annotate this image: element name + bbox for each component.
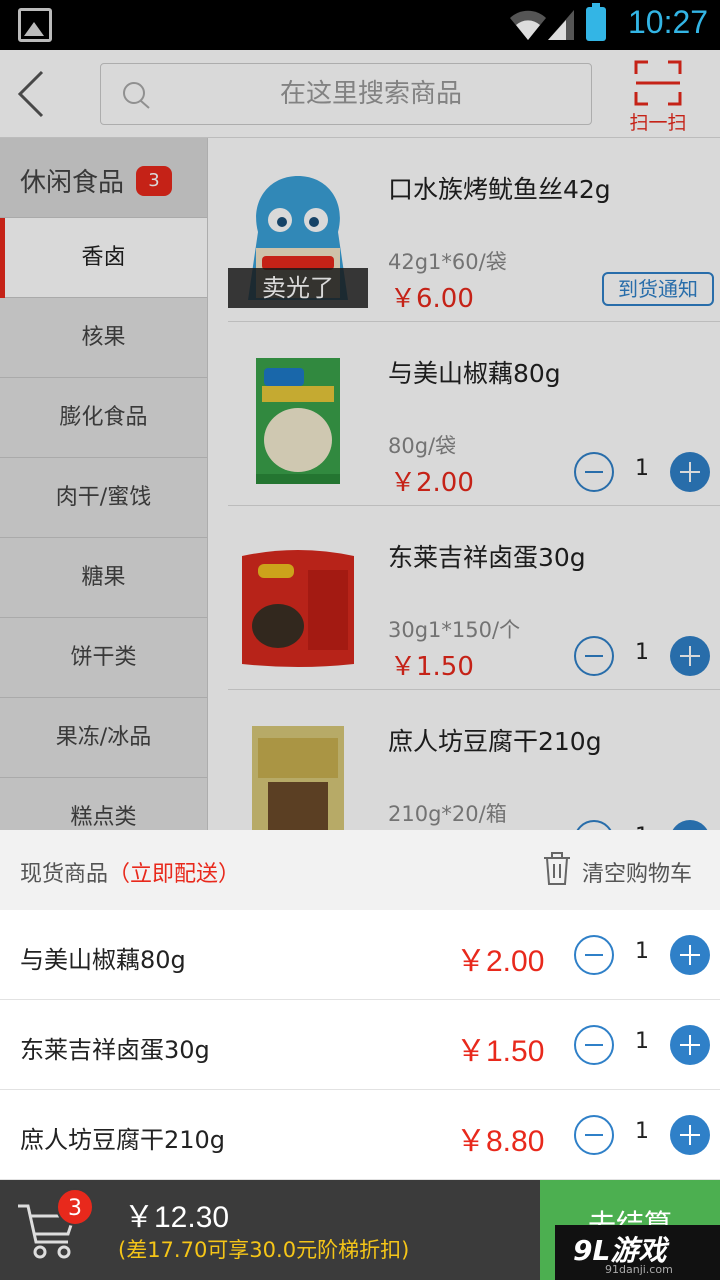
cart-total: ￥12.30: [124, 1201, 230, 1234]
sidebar-item-heguo[interactable]: 核果: [0, 298, 207, 378]
clock: 10:27: [628, 4, 709, 40]
product-name: 与美山椒藕80g: [388, 359, 561, 388]
quantity-stepper: 1: [574, 1115, 714, 1155]
sidebar-item-rougan[interactable]: 肉干/蜜饯: [0, 458, 207, 538]
status-bar: 10:27: [0, 0, 720, 50]
product-image: [252, 726, 344, 830]
decrease-button[interactable]: [574, 820, 614, 830]
wifi-icon: [510, 10, 546, 40]
product-spec: 42g1*60/袋: [388, 250, 507, 274]
decrease-button[interactable]: [574, 636, 614, 676]
cart-item-name: 庶人坊豆腐干210g: [20, 1126, 226, 1154]
product-spec: 30g1*150/个: [388, 618, 521, 642]
cart-row: 与美山椒藕80g ￥2.00 1: [0, 910, 720, 1000]
increase-button[interactable]: [670, 452, 710, 492]
sidebar-item-binggan[interactable]: 饼干类: [0, 618, 207, 698]
site-watermark: 9L游戏 91danji.com: [555, 1225, 720, 1280]
cart-panel-header: 现货商品（立即配送） 清空购物车: [0, 830, 720, 910]
product-spec: 210g*20/箱: [388, 802, 507, 826]
increase-button[interactable]: [670, 636, 710, 676]
product-price: ￥1.50: [390, 652, 474, 682]
product-image: [256, 358, 340, 484]
product-image: [242, 550, 354, 667]
image-notification-icon: [18, 8, 52, 42]
decrease-button[interactable]: [574, 935, 614, 975]
watermark-url: 91danji.com: [605, 1263, 673, 1276]
arrival-notify-button[interactable]: 到货通知: [602, 272, 714, 306]
cart-panel: 现货商品（立即配送） 清空购物车 与美山椒藕80g ￥2.00 1 东莱吉祥卤蛋…: [0, 830, 720, 1180]
scan-label: 扫一扫: [629, 112, 687, 134]
sidebar-item-guodong[interactable]: 果冻/冰品: [0, 698, 207, 778]
product-name: 庶人坊豆腐干210g: [388, 727, 602, 756]
quantity-value: 1: [635, 456, 649, 481]
quantity-stepper: 1: [574, 452, 714, 492]
clear-cart-label: 清空购物车: [582, 862, 693, 887]
cart-item-price: ￥2.00: [456, 945, 545, 978]
sidebar-item-penghua[interactable]: 膨化食品: [0, 378, 207, 458]
product-spec: 80g/袋: [388, 434, 457, 458]
increase-button[interactable]: [670, 820, 710, 830]
cart-section-label: 现货商品（立即配送）: [20, 856, 240, 888]
cart-item-price: ￥1.50: [456, 1035, 545, 1068]
scan-icon: [634, 60, 682, 106]
sidebar-item-tangguo[interactable]: 糖果: [0, 538, 207, 618]
increase-button[interactable]: [670, 1115, 710, 1155]
product-price: ￥6.00: [390, 284, 474, 314]
product-name: 东莱吉祥卤蛋30g: [388, 543, 586, 572]
cart-item-price: ￥8.80: [456, 1125, 545, 1158]
cart-section-title: 现货商品: [20, 862, 109, 887]
quantity-stepper: 1: [574, 1025, 714, 1065]
product-name: 口水族烤鱿鱼丝42g: [388, 175, 611, 204]
decrease-button[interactable]: [574, 452, 614, 492]
top-header: 扫一扫: [0, 50, 720, 138]
quantity-stepper: 1: [574, 636, 714, 676]
quantity-value: 1: [635, 640, 649, 665]
product-item[interactable]: 与美山椒藕80g 80g/袋 ￥2.00 1: [228, 322, 720, 506]
product-item[interactable]: 卖光了 口水族烤鱿鱼丝42g 42g1*60/袋 ￥6.00 到货通知: [228, 138, 720, 322]
quantity-value: 1: [635, 1119, 649, 1144]
search-input[interactable]: [161, 64, 581, 124]
search-icon: [123, 82, 150, 109]
category-count-badge: 3: [136, 166, 172, 196]
trash-icon: [544, 852, 570, 885]
quantity-stepper: 1: [574, 935, 714, 975]
cart-row: 庶人坊豆腐干210g ￥8.80 1: [0, 1090, 720, 1180]
sidebar-item-xianglu[interactable]: 香卤: [0, 218, 207, 298]
scan-button[interactable]: 扫一扫: [622, 58, 694, 134]
product-item[interactable]: 庶人坊豆腐干210g 210g*20/箱 1: [228, 690, 720, 830]
decrease-button[interactable]: [574, 1025, 614, 1065]
quantity-stepper: 1: [574, 820, 714, 830]
app-root: 10:27 扫一扫 休闲食品 3 香卤 核果 膨化食品: [0, 0, 720, 1280]
category-title-label: 休闲食品: [20, 168, 125, 198]
discount-note: (差17.70可享30.0元阶梯折扣): [118, 1238, 410, 1262]
signal-icon: [548, 10, 574, 40]
cart-item-name: 东莱吉祥卤蛋30g: [20, 1036, 210, 1064]
cart-count-badge: 3: [56, 1188, 94, 1226]
cart-section-note: （立即配送）: [108, 862, 241, 887]
product-price: ￥2.00: [390, 468, 474, 498]
quantity-value: 1: [635, 939, 649, 964]
product-list: 卖光了 口水族烤鱿鱼丝42g 42g1*60/袋 ￥6.00 到货通知 与美山椒…: [208, 138, 720, 830]
battery-icon: [586, 3, 606, 41]
sidebar-item-gaodian[interactable]: 糕点类: [0, 778, 207, 830]
product-item[interactable]: 东莱吉祥卤蛋30g 30g1*150/个 ￥1.50 1: [228, 506, 720, 690]
cart-row: 东莱吉祥卤蛋30g ￥1.50 1: [0, 1000, 720, 1090]
cart-item-name: 与美山椒藕80g: [20, 946, 186, 974]
quantity-value: 1: [635, 1029, 649, 1054]
increase-button[interactable]: [670, 1025, 710, 1065]
sold-out-label: 卖光了: [228, 268, 368, 308]
decrease-button[interactable]: [574, 1115, 614, 1155]
back-button[interactable]: [12, 68, 52, 120]
category-sidebar: 休闲食品 3 香卤 核果 膨化食品 肉干/蜜饯 糖果 饼干类 果冻/冰品 糕点类: [0, 138, 208, 830]
increase-button[interactable]: [670, 935, 710, 975]
search-box[interactable]: [100, 63, 592, 125]
category-title[interactable]: 休闲食品 3: [0, 138, 207, 218]
